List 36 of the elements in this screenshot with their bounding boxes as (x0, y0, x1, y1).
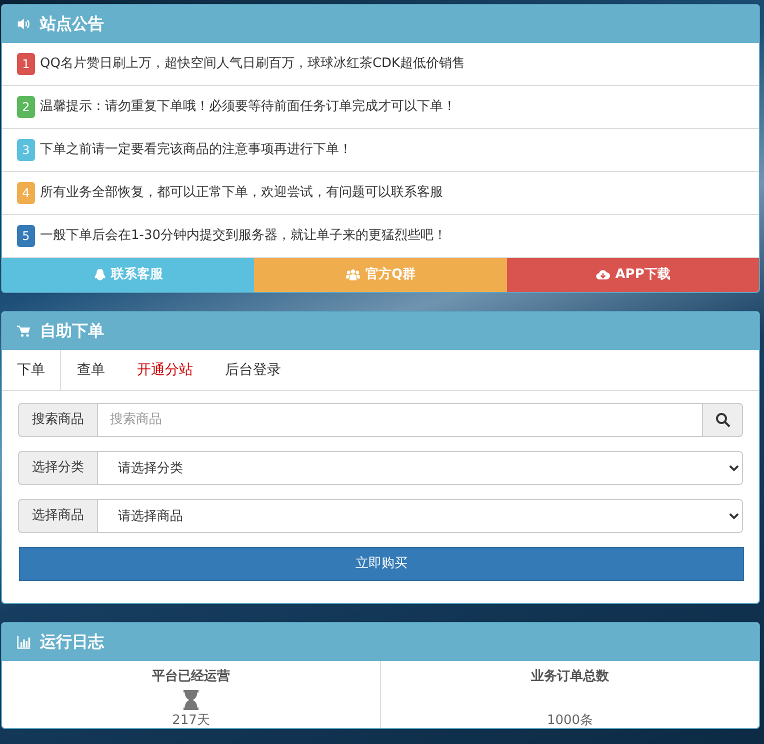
buy-button[interactable]: 立即购买 (19, 547, 744, 581)
input-label: 搜索商品 (18, 403, 98, 437)
tab[interactable]: 开通分站 (121, 350, 209, 391)
notice-text: 温馨提示：请勿重复下单哦！必须要等待前面任务订单完成才可以下单！ (40, 98, 456, 116)
tab[interactable]: 后台登录 (209, 350, 297, 391)
number-badge: 2 (17, 96, 35, 118)
tab[interactable]: 查单 (61, 350, 121, 391)
search-button[interactable] (703, 403, 743, 437)
number-badge: 3 (17, 139, 35, 161)
notice-text: 下单之前请一定要看完该商品的注意事项再进行下单！ (40, 141, 352, 160)
notice-text: 一般下单后会在1-30分钟内提交到服务器，就让单子来的更猛烈些吧！ (40, 227, 447, 246)
input-label: 选择商品 (18, 499, 98, 533)
speaker-icon (16, 17, 32, 31)
number-badge: 4 (17, 182, 35, 204)
dropdown-field[interactable]: 请选择分类 (98, 451, 743, 485)
dropdown-field[interactable]: 请选择商品 (98, 499, 743, 533)
bar-chart-icon (16, 635, 32, 649)
people-icon (345, 268, 362, 282)
stat-label: 业务订单总数 (531, 668, 609, 686)
search-icon (714, 412, 730, 428)
cloud-download-icon (595, 268, 612, 282)
number-badge: 5 (17, 225, 35, 247)
stat-label: 平台已经运营 (152, 668, 230, 686)
search-field[interactable]: 搜索商品 (98, 403, 703, 437)
action-button[interactable]: APP下载 (506, 258, 759, 292)
cart-icon (16, 324, 32, 338)
panel-title: 自助下单 (40, 320, 104, 342)
panel-title: 运行日志 (40, 631, 104, 653)
input-label: 选择分类 (18, 451, 98, 485)
stat-value: 217天 (172, 712, 210, 728)
notice-text: 所有业务全部恢复，都可以正常下单，欢迎尝试，有问题可以联系客服 (40, 184, 443, 202)
stat-value: 1000条 (546, 712, 594, 728)
penguin-icon (93, 268, 108, 282)
notice-text: QQ名片赞日刷上万，超快空间人气日刷百万，球球冰红茶CDK超低价销售 (40, 55, 466, 74)
panel-title: 站点公告 (40, 13, 104, 35)
number-badge: 1 (17, 53, 35, 75)
